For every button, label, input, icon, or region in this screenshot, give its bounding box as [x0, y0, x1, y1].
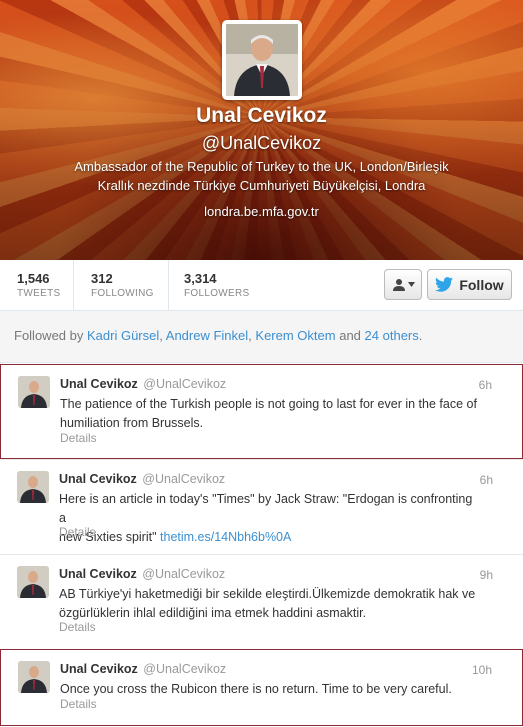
profile-handle: @UnalCevikoz — [201, 133, 322, 153]
tweet-author-handle[interactable]: @UnalCevikoz — [142, 472, 225, 486]
tweet-avatar-image — [18, 661, 50, 693]
stat-label: FOLLOWERS — [184, 288, 250, 299]
tweet[interactable]: Unal Cevikoz @UnalCevikoz 9h AB Türkiye'… — [0, 554, 523, 649]
tweet-header: Unal Cevikoz @UnalCevikoz — [60, 662, 226, 676]
tweet-avatar[interactable] — [18, 376, 50, 408]
stat-tweets[interactable]: 1,546 TWEETS — [0, 260, 74, 310]
tweet-avatar-image — [17, 471, 49, 503]
tweet-text-line: Once you cross the Rubicon there is no r… — [60, 682, 452, 696]
profile-bio: Ambassador of the Republic of Turkey to … — [40, 157, 483, 195]
followed-by-and: and — [339, 328, 361, 343]
followed-by-user-link[interactable]: Kadri Gürsel — [87, 328, 159, 343]
tweet-author-name[interactable]: Unal Cevikoz — [59, 472, 137, 486]
tweet-text-line: The patience of the Turkish people is no… — [60, 397, 477, 411]
stat-value: 1,546 — [17, 271, 50, 286]
tweet-avatar[interactable] — [18, 661, 50, 693]
follow-button[interactable]: Follow — [427, 269, 512, 300]
tweet-details-link[interactable]: Details — [59, 525, 96, 539]
tweet-avatar-image — [18, 376, 50, 408]
tweet-details-link[interactable]: Details — [60, 697, 97, 711]
profile-avatar[interactable] — [222, 20, 302, 100]
tweet-author-name[interactable]: Unal Cevikoz — [60, 377, 138, 391]
tweet-text: Once you cross the Rubicon there is no r… — [60, 680, 480, 699]
stat-value: 3,314 — [184, 271, 217, 286]
tweet-text: The patience of the Turkish people is no… — [60, 395, 480, 433]
tweet[interactable]: Unal Cevikoz @UnalCevikoz 10h Once you c… — [0, 649, 523, 726]
tweet-timestamp[interactable]: 10h — [472, 663, 492, 677]
tweet-text-line: AB Türkiye'yi haketmediği bir sekilde el… — [59, 587, 476, 601]
followed-by-user-link[interactable]: Kerem Oktem — [255, 328, 335, 343]
stat-following[interactable]: 312 FOLLOWING — [74, 260, 169, 310]
followed-by-user-link[interactable]: Andrew Finkel — [166, 328, 248, 343]
followed-by-suffix: . — [418, 328, 423, 343]
separator: , — [159, 328, 163, 343]
tweet[interactable]: Unal Cevikoz @UnalCevikoz 6h The patienc… — [0, 364, 523, 459]
tweet-text-line: new Sixties spirit" thetim.es/14Nbh6b%0A — [59, 528, 479, 547]
tweet-text-line: humiliation from Brussels. — [60, 416, 204, 430]
stat-label: TWEETS — [17, 288, 61, 299]
twitter-bird-icon — [435, 277, 454, 292]
bio-line: Krallık nezdinde Türkiye Cumhuriyeti Büy… — [97, 178, 426, 193]
separator: , — [248, 328, 252, 343]
tweet-text: Here is an article in today's "Times" by… — [59, 490, 479, 547]
tweet-author-handle[interactable]: @UnalCevikoz — [143, 377, 226, 391]
tweet-author-handle[interactable]: @UnalCevikoz — [142, 567, 225, 581]
stat-followers[interactable]: 3,314 FOLLOWERS — [169, 260, 269, 310]
tweet-timestamp[interactable]: 9h — [480, 568, 493, 582]
stat-value: 312 — [91, 271, 113, 286]
tweet-timestamp[interactable]: 6h — [480, 473, 493, 487]
tweet-header: Unal Cevikoz @UnalCevikoz — [59, 472, 225, 486]
profile-name: Unal Cevikoz — [196, 104, 327, 127]
followed-by-bar: Followed by Kadri Gürsel, Andrew Finkel,… — [0, 311, 523, 363]
tweet[interactable]: Unal Cevikoz @UnalCevikoz 6h Here is an … — [0, 459, 523, 554]
tweet-avatar[interactable] — [17, 471, 49, 503]
bio-line: Ambassador of the Republic of Turkey to … — [74, 159, 449, 174]
followed-by-others-link[interactable]: 24 others — [365, 328, 419, 343]
user-actions-dropdown-button[interactable] — [384, 269, 422, 300]
tweet-text-line: Here is an article in today's "Times" by… — [59, 492, 473, 525]
tweet-header: Unal Cevikoz @UnalCevikoz — [59, 567, 225, 581]
user-dropdown-icon — [392, 278, 405, 291]
profile-url-link[interactable]: londra.be.mfa.gov.tr — [0, 204, 523, 219]
tweet-details-link[interactable]: Details — [60, 431, 97, 445]
tweet-author-handle[interactable]: @UnalCevikoz — [143, 662, 226, 676]
tweet-avatar[interactable] — [17, 566, 49, 598]
tweet-avatar-image — [17, 566, 49, 598]
tweet-link[interactable]: thetim.es/14Nbh6b%0A — [160, 530, 291, 544]
profile-header: Unal Cevikoz @UnalCevikoz Ambassador of … — [0, 0, 523, 260]
profile-avatar-image — [226, 24, 298, 96]
tweet-header: Unal Cevikoz @UnalCevikoz — [60, 377, 226, 391]
tweet-author-name[interactable]: Unal Cevikoz — [60, 662, 138, 676]
tweet-author-name[interactable]: Unal Cevikoz — [59, 567, 137, 581]
chevron-down-icon — [407, 282, 415, 287]
tweet-timestamp[interactable]: 6h — [479, 378, 492, 392]
followed-by-prefix: Followed by — [14, 328, 84, 343]
tweet-text: AB Türkiye'yi haketmediği bir sekilde el… — [59, 585, 479, 623]
stat-label: FOLLOWING — [91, 288, 154, 299]
follow-button-label: Follow — [459, 276, 504, 293]
tweet-details-link[interactable]: Details — [59, 620, 96, 634]
tweet-text-line: özgürlüklerin ihlal edildiğini ima etmek… — [59, 606, 367, 620]
